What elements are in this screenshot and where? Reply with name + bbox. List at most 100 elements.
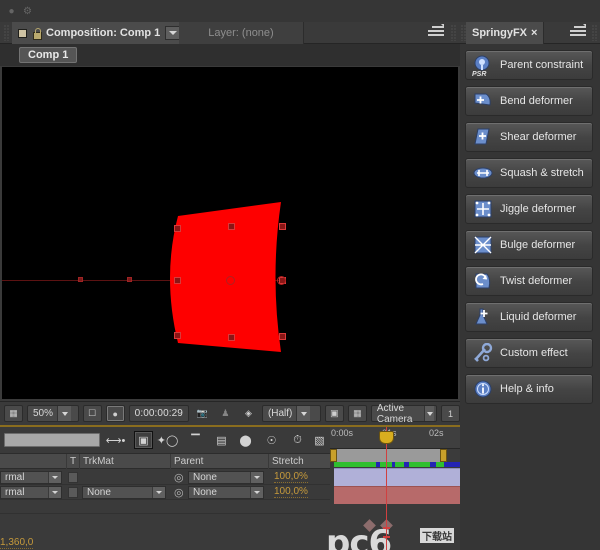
region-of-interest-icon[interactable]: ☐ <box>82 405 102 422</box>
liquid-deformer-label: Liquid deformer <box>500 311 577 323</box>
bulge-deformer-button[interactable]: Bulge deformer <box>465 230 593 260</box>
viewer-timecode[interactable]: 0:00:00:29 <box>128 405 189 422</box>
layer-switches-icon[interactable]: ⏱ <box>288 431 307 449</box>
selection-handle[interactable] <box>174 277 181 284</box>
chevron-down-icon[interactable] <box>48 486 61 498</box>
chevron-down-icon[interactable] <box>296 406 311 421</box>
chevron-down-icon[interactable] <box>250 471 263 483</box>
draft-3d-icon[interactable]: ▣ <box>134 431 153 449</box>
selection-handle[interactable] <box>228 223 235 230</box>
close-icon[interactable]: × <box>531 27 537 39</box>
ram-preview-icon[interactable]: ☉ <box>262 431 281 449</box>
subtab-comp1[interactable]: Comp 1 <box>19 47 78 63</box>
parent-select[interactable]: None <box>188 485 264 499</box>
motion-path-keyframe[interactable] <box>78 277 83 282</box>
blend-mode-select[interactable]: rmal <box>0 470 62 484</box>
composition-tab-bar: Composition: Comp 1 × Layer: (none) <box>0 22 460 44</box>
record-icon: ● <box>8 6 15 17</box>
region-toggle-icon[interactable]: ▣ <box>324 405 344 422</box>
panel-grip-right[interactable] <box>451 25 456 41</box>
playhead-handle[interactable] <box>379 431 394 444</box>
camera-view-select[interactable]: Active Camera <box>370 403 437 425</box>
anchor-point-icon[interactable] <box>226 276 235 285</box>
parent-constraint-button[interactable]: PSR Parent constraint <box>465 50 593 80</box>
chevron-down-icon[interactable] <box>424 406 434 421</box>
watermark: pc6 下载站 .com <box>326 526 454 550</box>
trkmat-toggle[interactable] <box>68 471 78 483</box>
channels-icon[interactable]: ◈ <box>239 405 258 422</box>
work-area-end-handle[interactable] <box>440 449 447 462</box>
help-info-button[interactable]: Help & info <box>465 374 593 404</box>
chevron-down-icon[interactable] <box>152 486 165 498</box>
parent-constraint-icon: PSR <box>472 55 493 78</box>
magnification-select[interactable]: 50% <box>27 405 79 422</box>
liquid-deformer-icon <box>473 307 493 327</box>
selection-handle[interactable] <box>228 334 235 341</box>
transparency-grid-icon[interactable]: ▦ <box>4 405 23 422</box>
stretch-value[interactable]: 100,0% <box>274 486 308 498</box>
motion-blur-icon[interactable]: ✦◯ <box>157 431 179 449</box>
graph-editor-icon[interactable]: ▔ <box>186 431 205 449</box>
person-icon[interactable]: ♟ <box>216 405 235 422</box>
composition-mini-flowchart-icon[interactable]: ⟷• <box>106 431 126 449</box>
tab-layer[interactable]: Layer: (none) <box>179 22 304 44</box>
column-header-Stretch[interactable]: Stretch <box>272 456 304 467</box>
parent-pickwhip-icon[interactable]: ◎ <box>174 486 184 499</box>
tab-springyfx[interactable]: SpringyFX × <box>466 22 545 44</box>
anchor-point-icon[interactable] <box>277 276 286 285</box>
composition-panel: Composition: Comp 1 × Layer: (none) Comp… <box>0 22 600 550</box>
table-row[interactable]: rmal ◎ None 100,0% <box>0 470 330 485</box>
camera-icon[interactable]: 📷 <box>193 405 212 422</box>
property-value[interactable]: 1,360,0 <box>0 537 34 549</box>
shear-deformer-button[interactable]: Shear deformer <box>465 122 593 152</box>
work-area-start-handle[interactable] <box>330 449 337 462</box>
brainstorm-icon[interactable]: ⬤ <box>236 431 255 449</box>
column-header-Parent[interactable]: Parent <box>174 456 203 467</box>
chevron-down-icon[interactable] <box>250 486 263 498</box>
shy-icon[interactable]: ▧ <box>310 431 329 449</box>
parent-constraint-label: Parent constraint <box>500 59 584 71</box>
panel-grip-right[interactable] <box>592 25 597 41</box>
twist-deformer-button[interactable]: Twist deformer <box>465 266 593 296</box>
squash-stretch-button[interactable]: Squash & stretch <box>465 158 593 188</box>
lock-icon[interactable] <box>32 27 42 40</box>
jiggle-deformer-button[interactable]: Jiggle deformer <box>465 194 593 224</box>
panel-menu-icon[interactable] <box>570 24 586 39</box>
table-row[interactable]: rmal None ◎ None 100,0% <box>0 485 330 500</box>
jiggle-deformer-label: Jiggle deformer <box>500 203 576 215</box>
table-row[interactable] <box>0 500 330 514</box>
search-input[interactable] <box>4 433 100 447</box>
column-header-T[interactable]: T <box>70 456 76 467</box>
view-count[interactable]: 1 <box>440 405 460 422</box>
column-header-TrkMat[interactable]: TrkMat <box>83 456 114 467</box>
mask-view-icon[interactable]: ● <box>105 405 125 422</box>
tab-composition-label: Composition: Comp 1 <box>46 27 161 39</box>
motion-blur-switch-icon[interactable]: ▤ <box>212 431 231 449</box>
selection-handle[interactable] <box>279 333 286 340</box>
selection-handle[interactable] <box>174 225 181 232</box>
resolution-select[interactable]: (Half) <box>261 405 321 422</box>
selection-handle[interactable] <box>174 332 181 339</box>
twist-deformer-icon <box>473 271 493 291</box>
blend-mode-select[interactable]: rmal <box>0 485 62 499</box>
tab-composition[interactable]: Composition: Comp 1 × <box>12 22 201 44</box>
trkmat-toggle[interactable] <box>68 486 78 498</box>
motion-path-keyframe[interactable] <box>127 277 132 282</box>
resolution-value: (Half) <box>267 408 293 419</box>
bend-deformer-button[interactable]: Bend deformer <box>465 86 593 116</box>
stretch-value[interactable]: 100,0% <box>274 471 308 483</box>
composition-viewer[interactable] <box>2 67 458 399</box>
panel-menu-icon[interactable] <box>428 24 444 39</box>
chevron-down-icon[interactable] <box>57 406 72 421</box>
watermark-cn: 下载站 <box>420 528 454 543</box>
custom-effect-button[interactable]: Custom effect <box>465 338 593 368</box>
trkmat-select[interactable]: None <box>82 485 166 499</box>
squash-stretch-icon <box>473 163 493 183</box>
parent-pickwhip-icon[interactable]: ◎ <box>174 471 184 484</box>
liquid-deformer-button[interactable]: Liquid deformer <box>465 302 593 332</box>
parent-select[interactable]: None <box>188 470 264 484</box>
chevron-down-icon[interactable] <box>48 471 61 483</box>
selection-handle[interactable] <box>279 223 286 230</box>
grid-guides-icon[interactable]: ▦ <box>347 405 367 422</box>
panel-grip[interactable] <box>4 25 9 41</box>
